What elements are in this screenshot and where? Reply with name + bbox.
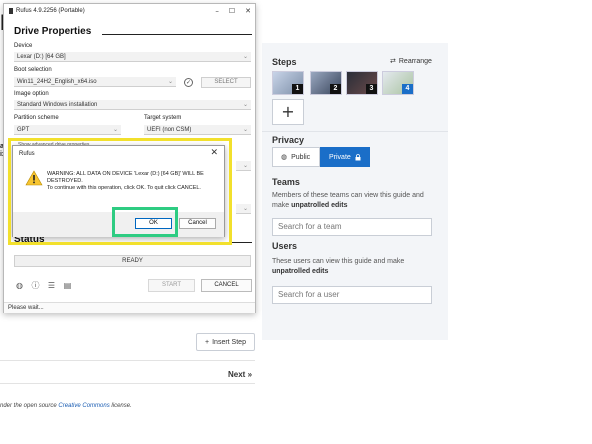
partition-scheme-label: Partition scheme (14, 115, 59, 121)
plus-icon: + (205, 338, 210, 346)
hidden-select[interactable]: ⌄ (236, 161, 251, 171)
chevron-down-icon: ⌄ (167, 79, 173, 85)
step-number: 4 (402, 84, 413, 94)
select-button[interactable]: SELECT (201, 77, 251, 88)
device-value: Lexar (D:) [64 GB] (17, 54, 66, 60)
privacy-heading: Privacy (272, 135, 305, 145)
private-option[interactable]: Private (320, 147, 370, 167)
device-select[interactable]: Lexar (D:) [64 GB] ⌄ (14, 52, 251, 62)
next-link[interactable]: Next » (228, 370, 252, 379)
private-label: Private (329, 153, 351, 161)
step-number: 1 (292, 84, 303, 94)
divider (0, 383, 255, 384)
chevron-down-icon: ⌄ (242, 163, 248, 169)
partition-scheme-select[interactable]: GPT ⌄ (14, 125, 121, 135)
creative-commons-link[interactable]: Creative Commons (58, 403, 109, 409)
rufus-status-bar: Please wait... (4, 302, 255, 313)
screenshot-root: M ar ix Steps ⇄ Rearrange 1 2 3 4 + Priv… (0, 0, 592, 444)
boot-selection-value: Win11_24H2_English_x64.iso (17, 79, 97, 85)
rufus-cancel-button[interactable]: CANCEL (201, 279, 252, 292)
close-icon[interactable]: ✕ (245, 7, 251, 15)
public-label: Public (291, 153, 311, 161)
insert-step-button[interactable]: + Insert Step (196, 333, 255, 351)
step-thumbnail[interactable]: 3 (346, 71, 378, 95)
chevron-down-icon: ⌄ (242, 127, 248, 133)
users-desc-bold: unpatrolled edits (272, 268, 329, 275)
minimize-icon[interactable]: – (215, 7, 219, 15)
license-footer: nder the open source Creative Commons li… (0, 403, 132, 409)
chevron-down-icon: ⌄ (242, 102, 248, 108)
public-option[interactable]: ◍ Public (272, 147, 320, 167)
footer-text: nder the open source (0, 403, 59, 409)
checksum-icon[interactable]: ✓ (184, 78, 193, 87)
step-number: 2 (330, 84, 341, 94)
teams-heading: Teams (272, 177, 300, 187)
footer-text: license. (109, 403, 132, 409)
steps-heading: Steps (272, 57, 297, 67)
users-description: These users can view this guide and make… (272, 257, 440, 277)
hidden-select[interactable]: ⌄ (236, 204, 251, 214)
lock-icon (355, 153, 361, 160)
target-system-value: UEFI (non CSM) (147, 127, 192, 133)
maximize-icon[interactable]: ☐ (229, 7, 235, 15)
rearrange-button[interactable]: ⇄ Rearrange (390, 57, 432, 66)
globe-icon: ◍ (281, 154, 288, 161)
start-button[interactable]: START (148, 279, 195, 292)
image-option-value: Standard Windows installation (17, 102, 98, 108)
teams-description: Members of these teams can view this gui… (272, 191, 440, 211)
ok-highlight-box (112, 207, 178, 237)
window-controls: – ☐ ✕ (215, 7, 251, 15)
chevron-down-icon: ⌄ (242, 54, 248, 60)
target-system-label: Target system (144, 115, 182, 121)
globe-icon[interactable]: ◍ (15, 281, 24, 290)
teams-desc-bold: unpatrolled edits (291, 202, 348, 209)
guide-settings-panel: Steps ⇄ Rearrange 1 2 3 4 + Privacy ◍ Pu… (262, 43, 448, 340)
users-desc-text: These users can view this guide and make (272, 258, 405, 265)
chevron-down-icon: ⌄ (242, 206, 248, 212)
step-thumbnail[interactable]: 4 (382, 71, 414, 95)
add-step-button[interactable]: + (272, 99, 304, 125)
chevron-down-icon: ⌄ (112, 127, 118, 133)
boot-selection-label: Boot selection (14, 67, 52, 73)
target-system-select[interactable]: UEFI (non CSM) ⌄ (144, 125, 251, 135)
image-option-label: Image option (14, 91, 49, 97)
divider (0, 360, 255, 361)
rearrange-label: Rearrange (398, 57, 432, 65)
section-rule (102, 34, 252, 35)
partition-scheme-value: GPT (17, 127, 30, 133)
user-search-input[interactable]: Search for a user (272, 286, 432, 304)
rufus-titlebar: Rufus 4.9.2256 (Portable) – ☐ ✕ (4, 4, 255, 19)
users-heading: Users (272, 241, 298, 251)
info-icon[interactable]: ⓘ (31, 281, 40, 290)
rufus-window-title: Rufus 4.9.2256 (Portable) (16, 8, 85, 14)
boot-selection-select[interactable]: Win11_24H2_English_x64.iso ⌄ (14, 77, 176, 87)
settings-icon[interactable]: ☰ (47, 281, 56, 290)
step-thumbnail[interactable]: 2 (310, 71, 342, 95)
step-number: 3 (366, 84, 377, 94)
step-thumbnail[interactable]: 1 (272, 71, 304, 95)
privacy-toggle: ◍ Public Private (272, 147, 370, 167)
rearrange-icon: ⇄ (390, 58, 396, 65)
team-search-input[interactable]: Search for a team (272, 218, 432, 236)
divider (262, 131, 448, 132)
status-progress-bar: READY (14, 255, 251, 267)
device-label: Device (14, 43, 33, 49)
usb-icon (9, 8, 13, 14)
log-icon[interactable]: ▤ (63, 281, 72, 290)
insert-step-label: Insert Step (212, 338, 246, 346)
image-option-select[interactable]: Standard Windows installation ⌄ (14, 100, 251, 110)
drive-properties-heading: Drive Properties (14, 26, 92, 37)
